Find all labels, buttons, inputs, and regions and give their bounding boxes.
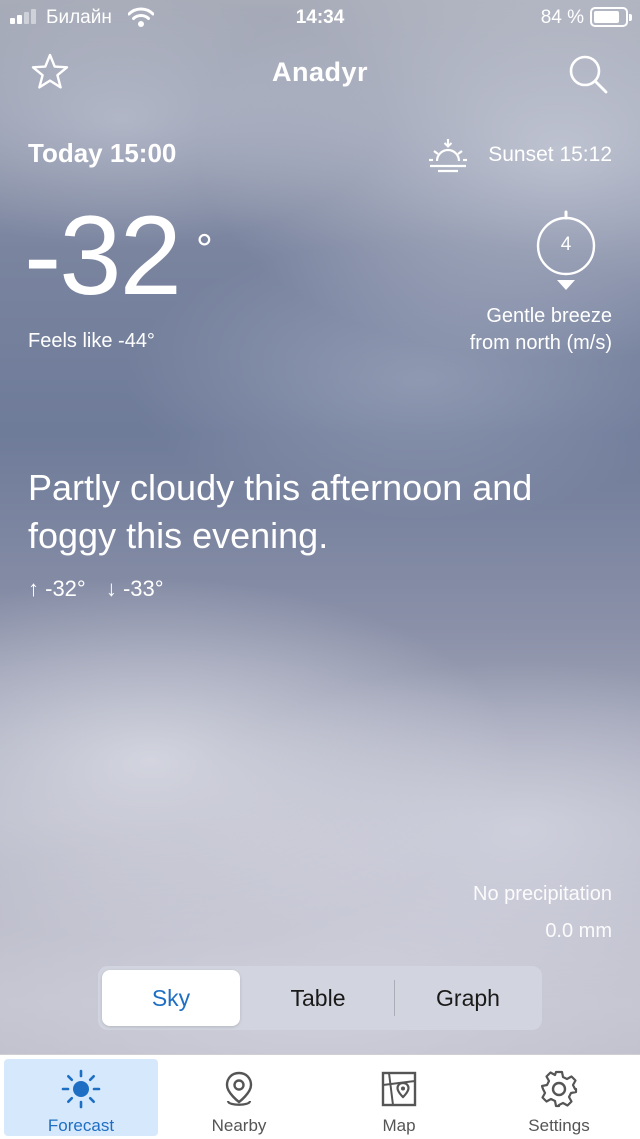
battery-icon <box>590 7 632 27</box>
segment-sky[interactable]: Sky <box>102 970 240 1026</box>
search-icon[interactable] <box>566 52 610 96</box>
tab-label: Nearby <box>211 1116 267 1135</box>
precipitation-amount: 0.0 mm <box>545 920 612 942</box>
segment-table[interactable]: Table <box>246 970 390 1026</box>
battery-percent: 84 % <box>540 7 584 28</box>
city-title[interactable]: Anadyr <box>0 57 640 88</box>
segment-divider <box>394 980 395 1016</box>
temperature-value: -32 <box>24 193 182 318</box>
sunset-icon <box>429 139 467 173</box>
max-temperature: ↑ -32° <box>28 576 86 601</box>
status-bar: Билайн 14:34 84 % <box>0 0 640 38</box>
view-segmented-control: Sky Table Graph <box>98 966 542 1030</box>
tab-nearby[interactable]: Nearby <box>162 1059 316 1136</box>
tab-label: Settings <box>528 1116 590 1135</box>
tab-forecast[interactable]: Forecast <box>4 1059 158 1136</box>
precipitation-label: No precipitation <box>473 883 612 905</box>
battery-level <box>594 11 620 23</box>
degree-symbol: ° <box>196 225 213 272</box>
sun-icon <box>61 1069 101 1109</box>
bottom-tab-bar: Forecast Nearby Map Settings <box>0 1054 640 1139</box>
tab-label: Forecast <box>47 1116 115 1135</box>
map-icon <box>381 1071 417 1107</box>
forecast-time: Today 15:00 <box>28 138 177 168</box>
tab-settings[interactable]: Settings <box>482 1059 636 1136</box>
segment-graph[interactable]: Graph <box>398 970 538 1026</box>
location-pin-icon <box>225 1071 253 1106</box>
wind-strength: Gentle breeze <box>486 305 612 327</box>
temperature-range: ↑ -32° ↓ -33° <box>28 576 178 602</box>
tab-label: Map <box>382 1116 416 1135</box>
weather-summary: Partly cloudy this afternoon and foggy t… <box>28 467 533 556</box>
wind-description: Gentle breeze from north (m/s) <box>470 303 612 357</box>
sunset-time: Sunset 15:12 <box>488 143 612 166</box>
feels-like: Feels like -44° <box>28 330 155 352</box>
sky-background: Билайн 14:34 84 % Anadyr Today 15:00 Sun… <box>0 0 640 1139</box>
wind-direction: from north (m/s) <box>469 332 612 354</box>
gear-icon <box>540 1070 578 1108</box>
tab-map[interactable]: Map <box>322 1059 476 1136</box>
wind-speed: 4 <box>560 234 572 255</box>
precipitation-info: No precipitation 0.0 mm <box>473 876 612 950</box>
min-temperature: ↓ -33° <box>105 576 164 601</box>
